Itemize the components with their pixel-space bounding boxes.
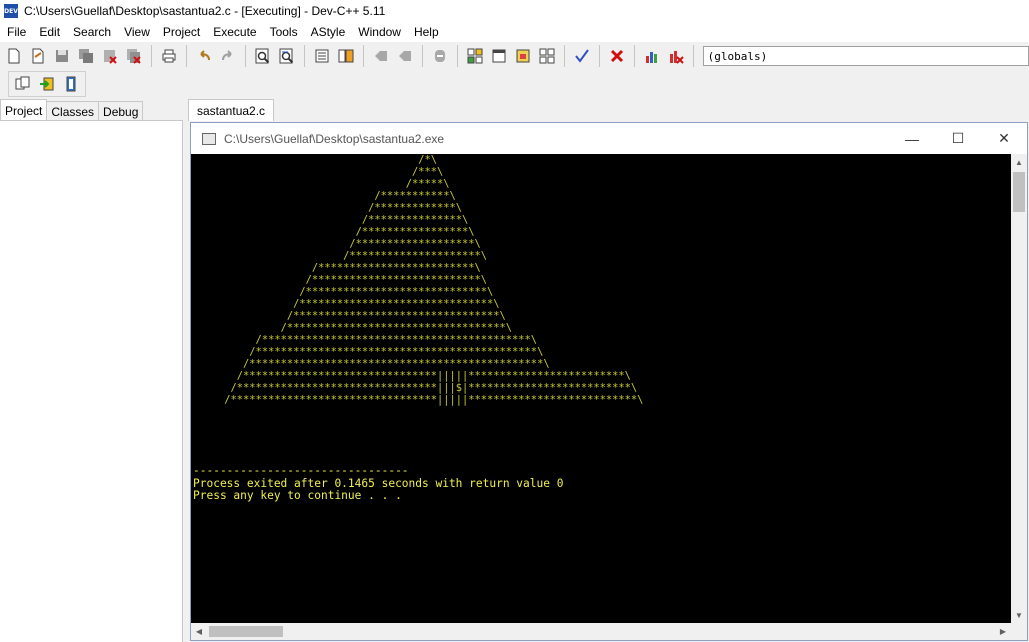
comment-icon[interactable]: [429, 45, 451, 67]
project-panel: [0, 120, 183, 642]
find-icon[interactable]: [252, 45, 274, 67]
window-controls: — ☐ ✕: [889, 123, 1027, 154]
new-project-icon[interactable]: [464, 45, 486, 67]
menu-view[interactable]: View: [117, 25, 156, 39]
toolbar-separator: [303, 45, 305, 67]
replace-icon[interactable]: [276, 45, 298, 67]
toolbar-separator: [598, 45, 600, 67]
editor-tabs: sastantua2.c: [188, 99, 275, 121]
scroll-down-icon[interactable]: ▼: [1011, 607, 1027, 623]
profile-icon[interactable]: [665, 45, 687, 67]
separator-line: --------------------------------: [193, 464, 409, 477]
tab-sastantua2-c[interactable]: sastantua2.c: [188, 99, 275, 121]
toolbar-separator: [563, 45, 565, 67]
book-icon[interactable]: [60, 73, 82, 95]
menu-astyle[interactable]: AStyle: [304, 25, 352, 39]
open-file-icon[interactable]: [27, 45, 49, 67]
toolbar-separator: [151, 45, 152, 67]
menu-bar: File Edit Search View Project Execute To…: [0, 22, 1029, 42]
class-browser-icon[interactable]: [512, 45, 534, 67]
secondary-toolbar: [0, 70, 1029, 98]
toggle-bookmark-icon[interactable]: [370, 45, 392, 67]
toolbar-separator: [244, 45, 246, 67]
copy-icon[interactable]: [12, 73, 34, 95]
tab-project[interactable]: Project: [0, 99, 48, 121]
maximize-button[interactable]: ☐: [935, 123, 981, 154]
continue-message: Press any key to continue . . .: [193, 489, 402, 502]
menu-execute[interactable]: Execute: [206, 25, 262, 39]
horizontal-scroll-thumb[interactable]: [209, 626, 283, 637]
console-window: C:\Users\Guellaf\Desktop\sastantua2.exe …: [190, 122, 1028, 641]
menu-help[interactable]: Help: [407, 25, 445, 39]
check-icon[interactable]: [571, 45, 593, 67]
scroll-corner: [1011, 623, 1027, 640]
main-toolbar: (globals): [0, 42, 1029, 71]
print-icon[interactable]: [158, 45, 180, 67]
devcpp-app-icon: DEV: [4, 4, 18, 18]
insert-icon[interactable]: [36, 73, 58, 95]
redo-icon[interactable]: [217, 45, 239, 67]
tab-debug[interactable]: Debug: [98, 101, 144, 121]
toolbar-separator: [633, 45, 635, 67]
save-all-icon[interactable]: [75, 45, 97, 67]
scroll-up-icon[interactable]: ▲: [1011, 154, 1027, 170]
menu-edit[interactable]: Edit: [32, 25, 66, 39]
scroll-left-icon[interactable]: ◀: [191, 623, 207, 640]
layout-icon[interactable]: [536, 45, 558, 67]
toolbar-separator: [692, 45, 694, 67]
vertical-scroll-thumb[interactable]: [1013, 172, 1025, 212]
window-title: C:\Users\Guellaf\Desktop\sastantua2.c - …: [24, 4, 386, 18]
view-icon[interactable]: [488, 45, 510, 67]
toolbar-separator: [456, 45, 458, 67]
pyramid-output: /*\ /***\ /*****\ /***********\ /*******…: [224, 154, 644, 406]
save-icon[interactable]: [51, 45, 73, 67]
console-title: C:\Users\Guellaf\Desktop\sastantua2.exe: [224, 131, 445, 146]
title-bar: DEV C:\Users\Guellaf\Desktop\sastantua2.…: [0, 0, 1029, 22]
menu-tools[interactable]: Tools: [263, 25, 304, 39]
close-icon[interactable]: [99, 45, 121, 67]
close-all-icon[interactable]: [123, 45, 145, 67]
menu-search[interactable]: Search: [66, 25, 117, 39]
new-file-icon[interactable]: [3, 45, 25, 67]
globals-dropdown[interactable]: (globals): [702, 46, 1029, 66]
minimize-button[interactable]: —: [889, 123, 935, 154]
toolbar-separator: [421, 45, 423, 67]
indent-icon[interactable]: [311, 45, 333, 67]
close-button[interactable]: ✕: [981, 123, 1027, 154]
left-panel-tabs: Project Classes Debug: [0, 99, 183, 121]
process-messages: -------------------------------- Process …: [193, 464, 563, 503]
tab-classes[interactable]: Classes: [46, 101, 100, 121]
toolbar-separator: [185, 45, 187, 67]
goto-bookmark-icon[interactable]: [394, 45, 416, 67]
toolbar-separator: [362, 45, 364, 67]
undo-icon[interactable]: [193, 45, 215, 67]
console-window-icon: [202, 132, 216, 145]
stop-icon[interactable]: [606, 45, 628, 67]
menu-file[interactable]: File: [0, 25, 32, 39]
menu-window[interactable]: Window: [351, 25, 407, 39]
secondary-toolbar-group: [8, 71, 86, 97]
horizontal-scrollbar[interactable]: ◀ ▶: [191, 623, 1011, 640]
console-screen[interactable]: /*\ /***\ /*****\ /***********\ /*******…: [191, 154, 1011, 623]
console-title-bar: C:\Users\Guellaf\Desktop\sastantua2.exe …: [191, 123, 1027, 154]
menu-project[interactable]: Project: [156, 25, 206, 39]
vertical-scrollbar[interactable]: ▲ ▼: [1011, 154, 1027, 623]
unindent-icon[interactable]: [335, 45, 357, 67]
chart-icon[interactable]: [641, 45, 663, 67]
scroll-right-icon[interactable]: ▶: [995, 623, 1011, 640]
